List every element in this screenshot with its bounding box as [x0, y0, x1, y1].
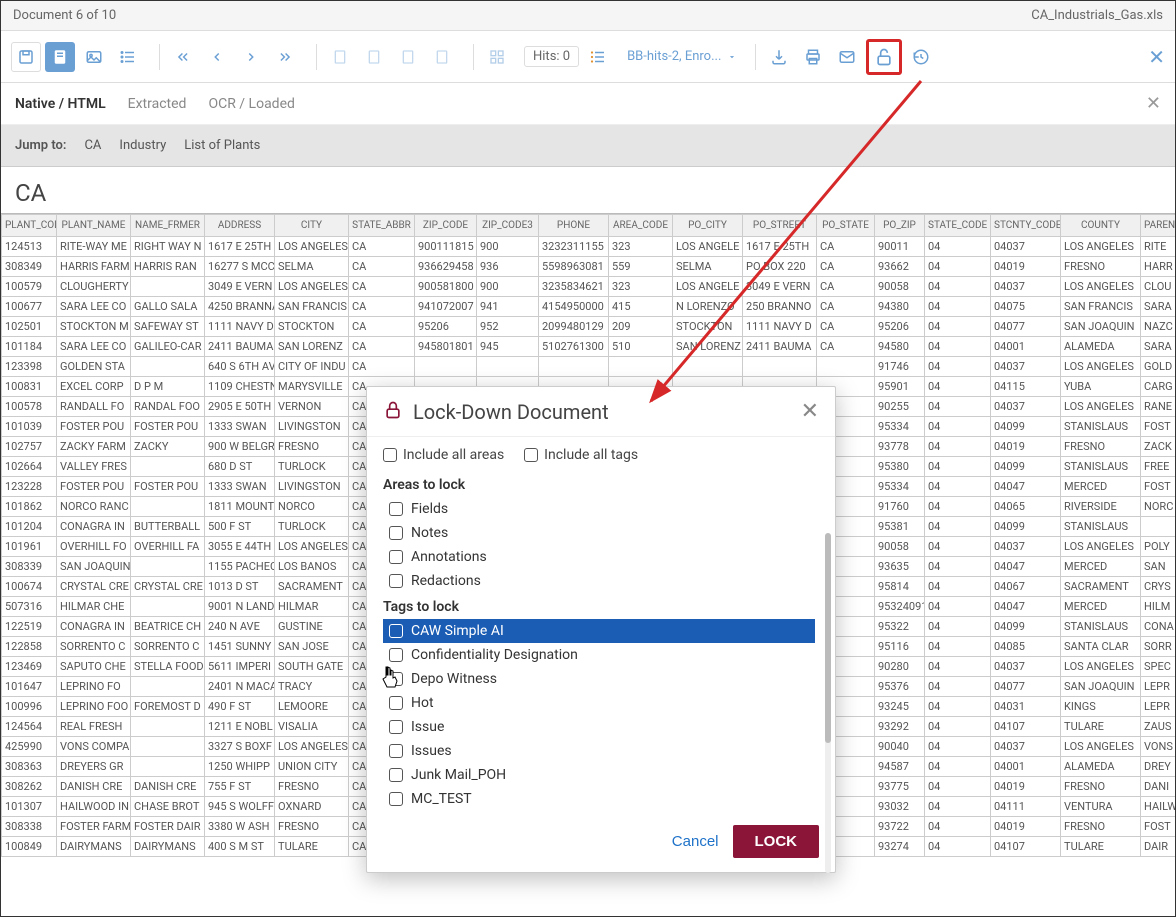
- header-bar: Document 6 of 10 CA_Industrials_Gas.xls: [1, 1, 1175, 31]
- column-header[interactable]: COUNTY: [1061, 215, 1141, 237]
- lock-option[interactable]: Junk Mail_POH: [383, 763, 815, 787]
- toolbar: Hits: 0 BB-hits-2, Enro... ✕: [1, 31, 1175, 83]
- history-icon[interactable]: [906, 42, 936, 72]
- table-row[interactable]: 100677SARA LEE COGALLO SALA4250 BRANNASA…: [2, 297, 1176, 317]
- lock-option[interactable]: Confidentiality Designation: [383, 643, 815, 667]
- doc-icon-2: [359, 42, 389, 72]
- prev-page-icon[interactable]: [202, 42, 232, 72]
- lock-icon[interactable]: [866, 39, 902, 75]
- lock-option[interactable]: Depo Witness: [383, 667, 815, 691]
- column-header[interactable]: PO_STATE: [817, 215, 875, 237]
- column-header[interactable]: CITY: [275, 215, 349, 237]
- table-row[interactable]: 308349HARRIS FARMHARRIS RAN16277 S MCCSE…: [2, 257, 1176, 277]
- next-page-icon[interactable]: [236, 42, 266, 72]
- lock-option[interactable]: Issue: [383, 715, 815, 739]
- lock-option[interactable]: Annotations: [383, 545, 815, 569]
- column-header[interactable]: PO_STREET: [743, 215, 817, 237]
- table-row[interactable]: 102501STOCKTON MSAFEWAY ST1111 NAVY DSTO…: [2, 317, 1176, 337]
- include-all-tags-checkbox[interactable]: Include all tags: [524, 447, 638, 463]
- column-header[interactable]: PO_CITY: [673, 215, 743, 237]
- cancel-button[interactable]: Cancel: [672, 833, 719, 850]
- jump-link-ca[interactable]: CA: [84, 138, 101, 153]
- lock-option[interactable]: Notes: [383, 521, 815, 545]
- doc-counter: Document 6 of 10: [13, 8, 116, 23]
- doc-icon-3: [393, 42, 423, 72]
- column-header[interactable]: STATE_ABBR: [349, 215, 415, 237]
- view-tabs: Native / HTML Extracted OCR / Loaded ✕: [1, 83, 1175, 125]
- jump-bar: Jump to: CA Industry List of Plants: [1, 125, 1175, 167]
- list-heading: Tags to lock: [383, 599, 815, 615]
- save-icon[interactable]: [11, 42, 41, 72]
- dropdown-label: BB-hits-2, Enro...: [627, 49, 721, 64]
- print-icon[interactable]: [798, 42, 828, 72]
- caret-down-icon: [727, 52, 737, 62]
- include-all-areas-checkbox[interactable]: Include all areas: [383, 447, 504, 463]
- column-header[interactable]: PO_ZIP: [875, 215, 925, 237]
- column-header[interactable]: STCNTY_CODE: [991, 215, 1061, 237]
- dialog-title: Lock-Down Document: [413, 400, 609, 424]
- list-highlight-icon[interactable]: [583, 42, 613, 72]
- last-page-icon[interactable]: [270, 42, 300, 72]
- column-header[interactable]: ADDRESS: [205, 215, 275, 237]
- image-view-icon[interactable]: [79, 42, 109, 72]
- lock-button[interactable]: LOCK: [733, 825, 820, 858]
- column-header[interactable]: PARENT: [1141, 215, 1176, 237]
- hits-indicator: Hits: 0: [524, 46, 579, 67]
- dialog-scrollbar-thumb[interactable]: [825, 533, 831, 743]
- doc-icon-4: [427, 42, 457, 72]
- table-row[interactable]: 124513RITE-WAY MERIGHT WAY N1617 E 25THL…: [2, 237, 1176, 257]
- table-row[interactable]: 101184SARA LEE COGALILEO-CAR2411 BAUMASA…: [2, 337, 1176, 357]
- jump-link-plants[interactable]: List of Plants: [184, 138, 260, 153]
- lock-option[interactable]: Issues: [383, 739, 815, 763]
- tab-native[interactable]: Native / HTML: [15, 96, 106, 112]
- list-heading: Areas to lock: [383, 477, 815, 493]
- lock-option[interactable]: Hot: [383, 691, 815, 715]
- table-row[interactable]: 123398GOLDEN STA640 S 6TH AVCITY OF INDU…: [2, 357, 1176, 377]
- lock-option[interactable]: Redactions: [383, 569, 815, 593]
- lock-option[interactable]: Fields: [383, 497, 815, 521]
- highlight-set-dropdown[interactable]: BB-hits-2, Enro...: [617, 47, 747, 66]
- close-viewer-icon[interactable]: ✕: [1148, 45, 1165, 69]
- column-header[interactable]: PLANT_NAME: [57, 215, 131, 237]
- lock-option[interactable]: MC_TEST: [383, 787, 815, 811]
- column-header[interactable]: PLANT_CODE: [2, 215, 57, 237]
- lock-dialog-icon: [383, 400, 403, 424]
- first-page-icon[interactable]: [168, 42, 198, 72]
- lock-option[interactable]: CAW Simple AI: [383, 619, 815, 643]
- column-header[interactable]: ZIP_CODE3: [477, 215, 539, 237]
- column-header[interactable]: STATE_CODE: [925, 215, 991, 237]
- dialog-close-icon[interactable]: ✕: [801, 399, 819, 424]
- email-icon[interactable]: [832, 42, 862, 72]
- tabs-close-icon[interactable]: ✕: [1146, 93, 1161, 114]
- jump-link-industry[interactable]: Industry: [119, 138, 166, 153]
- column-header[interactable]: ZIP_CODE: [415, 215, 477, 237]
- doc-icon-1: [325, 42, 355, 72]
- column-header[interactable]: PHONE: [539, 215, 609, 237]
- jump-label: Jump to:: [15, 138, 66, 153]
- grid-icon[interactable]: [482, 42, 512, 72]
- download-icon[interactable]: [764, 42, 794, 72]
- section-title: CA: [1, 167, 1175, 213]
- page-view-icon[interactable]: [45, 42, 75, 72]
- file-name: CA_Industrials_Gas.xls: [1031, 8, 1163, 23]
- table-row[interactable]: 100579CLOUGHERTY3049 E VERNLOS ANGELESCA…: [2, 277, 1176, 297]
- column-header[interactable]: AREA_CODE: [609, 215, 673, 237]
- tab-ocr[interactable]: OCR / Loaded: [208, 96, 294, 112]
- tab-extracted[interactable]: Extracted: [128, 96, 187, 112]
- column-header[interactable]: NAME_FRMER: [131, 215, 205, 237]
- lock-down-dialog: Lock-Down Document ✕ Include all areas I…: [366, 386, 836, 873]
- list-view-icon[interactable]: [113, 42, 143, 72]
